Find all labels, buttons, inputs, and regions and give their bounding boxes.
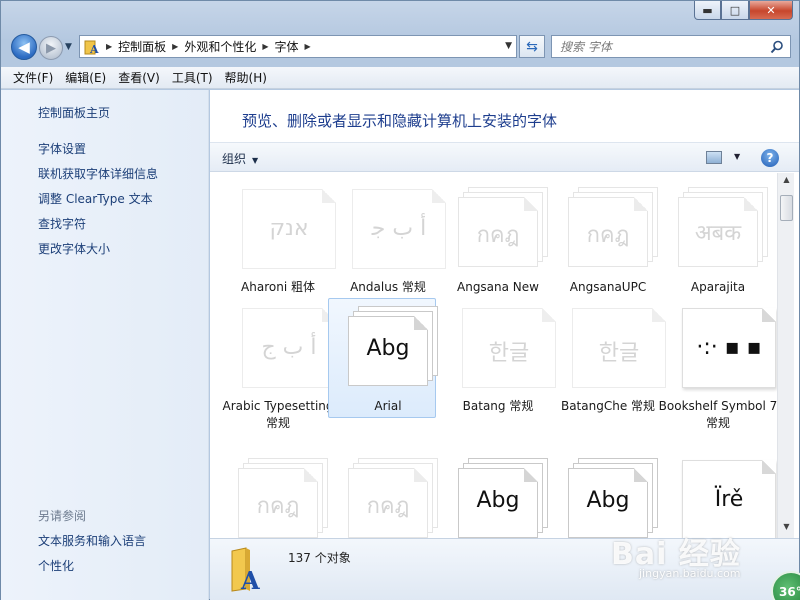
font-settings-link[interactable]: 字体设置 [38, 140, 86, 157]
font-preview-icon: אנק [242, 189, 336, 269]
font-name-label: AngsanaUPC [569, 280, 647, 294]
font-preview-icon: Abg [348, 306, 438, 386]
breadcrumb-control-panel[interactable]: 控制面板 [118, 38, 166, 55]
change-font-size-link[interactable]: 更改字体大小 [38, 240, 110, 257]
font-preview-icon: กคฎ [238, 458, 328, 538]
font-sample-text: أ ب ﺟ [371, 216, 427, 241]
forward-button[interactable]: ▶ [39, 36, 63, 60]
text-services-link[interactable]: 文本服务和输入语言 [38, 532, 146, 549]
find-character-link[interactable]: 查找字符 [38, 215, 86, 232]
font-sample-text: กคฎ [256, 494, 300, 519]
search-input[interactable] [560, 39, 760, 54]
font-preview-icon: Abg [568, 458, 658, 538]
address-bar[interactable]: A ▶ 控制面板 ▶ 外观和个性化 ▶ 字体 ▶ ▼ [79, 35, 517, 58]
personalization-link[interactable]: 个性化 [38, 557, 74, 574]
see-also-heading: 另请参阅 [38, 509, 87, 523]
organize-dropdown-icon: ▼ [252, 156, 259, 165]
font-name-label: Bookshelf Symbol 7 常规 [658, 399, 777, 430]
breadcrumb-separator-icon[interactable]: ▶ [172, 42, 178, 51]
svg-text:A: A [89, 43, 99, 55]
breadcrumb-separator-icon[interactable]: ▶ [106, 42, 112, 51]
font-sample-text: 한글 [598, 341, 640, 366]
minimize-button[interactable]: ▬ [694, 1, 721, 20]
breadcrumb-separator-icon[interactable]: ▶ [305, 42, 311, 51]
font-name-label: Arial [374, 399, 402, 413]
organize-button[interactable]: 组织 ▼ [222, 150, 258, 167]
back-button[interactable]: ◀ [11, 34, 37, 60]
scroll-up-icon[interactable]: ▲ [780, 175, 793, 189]
font-preview-icon: กคฎ [348, 458, 438, 538]
font-preview-icon: กคฎ [568, 187, 658, 267]
font-sample-text: กคฎ [586, 223, 630, 248]
content-pane: 预览、删除或者显示和隐藏计算机上安装的字体 组织 ▼ ▼ ? אנק Aharoni… [210, 90, 799, 600]
page-title: 预览、删除或者显示和隐藏计算机上安装的字体 [242, 112, 558, 130]
font-sample-text: กคฎ [476, 223, 520, 248]
font-sample-text: กคฎ [366, 494, 410, 519]
breadcrumb-fonts[interactable]: 字体 [275, 38, 299, 55]
fonts-folder-icon: A [228, 547, 270, 596]
vertical-scrollbar[interactable]: ▲ ▼ [777, 173, 794, 538]
breadcrumb-appearance[interactable]: 外观和个性化 [184, 38, 256, 55]
scroll-thumb[interactable] [780, 195, 793, 221]
menu-tools[interactable]: 工具(T) [166, 69, 219, 86]
font-sample-text: ·:· ▪ ▪ [696, 335, 762, 360]
change-view-icon[interactable] [706, 151, 722, 164]
view-options-dropdown-icon[interactable]: ▼ [734, 152, 740, 161]
font-sample-text: Ïrě [714, 487, 744, 512]
font-preview-icon: 한글 [572, 308, 666, 388]
search-box[interactable] [551, 35, 791, 58]
folder-font-icon: A [84, 39, 100, 55]
font-preview-icon: ·:· ▪ ▪ [682, 308, 776, 388]
address-dropdown-icon[interactable]: ▼ [505, 41, 512, 51]
font-preview-icon: أ ب ﺟ [352, 189, 446, 269]
menu-file[interactable]: 文件(F) [7, 69, 59, 86]
font-sample-text: أ ب ج [261, 335, 317, 360]
menu-help[interactable]: 帮助(H) [219, 69, 273, 86]
organize-label: 组织 [222, 152, 247, 166]
explorer-window: ▬ □ ✕ ◀ ▶ ▼ A ▶ 控制面板 ▶ 外观和个性化 ▶ 字体 ▶ ▼ ⇆ [0, 0, 800, 600]
font-name-label: Aharoni 粗体 [241, 280, 315, 294]
font-sample-text: אנק [269, 216, 309, 241]
search-icon[interactable] [770, 40, 784, 57]
font-grid: אנק Aharoni 粗体 أ ب ﺟ Andalus 常规 กคฎ Angsana N… [210, 173, 777, 538]
menu-edit[interactable]: 编辑(E) [59, 69, 112, 86]
breadcrumb-separator-icon[interactable]: ▶ [262, 42, 268, 51]
font-sample-text: Abg [586, 488, 630, 513]
font-sample-text: Abg [476, 488, 520, 513]
font-sample-text: 한글 [488, 341, 530, 366]
font-name-label: BatangChe 常规 [560, 399, 656, 413]
baidu-watermark-url: jingyan.baidu.com [639, 567, 741, 580]
caption-buttons: ▬ □ ✕ [694, 1, 793, 21]
maximize-button[interactable]: □ [721, 1, 749, 20]
font-preview-icon: 한글 [462, 308, 556, 388]
font-preview-icon: Ïrě [682, 460, 776, 538]
font-name-label: Aparajita [690, 280, 746, 294]
navigation-bar: ◀ ▶ ▼ A ▶ 控制面板 ▶ 外观和个性化 ▶ 字体 ▶ ▼ ⇆ [1, 29, 799, 65]
control-panel-home-link[interactable]: 控制面板主页 [38, 104, 110, 121]
online-font-info-link[interactable]: 联机获取字体详细信息 [38, 165, 158, 182]
menu-bar: 文件(F) 编辑(E) 查看(V) 工具(T) 帮助(H) [1, 67, 799, 89]
recent-pages-dropdown-icon[interactable]: ▼ [65, 42, 72, 52]
font-preview-icon: अबक [678, 187, 768, 267]
refresh-button[interactable]: ⇆ [519, 35, 545, 58]
help-button[interactable]: ? [761, 149, 779, 167]
font-preview-icon: أ ب ج [242, 308, 336, 388]
font-sample-text: Abg [366, 336, 410, 361]
font-preview-icon: Abg [458, 458, 548, 538]
font-name-label: Arabic Typesetting 常规 [222, 399, 334, 430]
font-sample-text: अबक [694, 221, 742, 246]
font-name-label: Batang 常规 [462, 399, 534, 413]
menu-view[interactable]: 查看(V) [112, 69, 166, 86]
font-preview-icon: กคฎ [458, 187, 548, 267]
cleartype-link[interactable]: 调整 ClearType 文本 [38, 190, 153, 207]
scroll-down-icon[interactable]: ▼ [780, 522, 793, 536]
item-count: 137 个对象 [288, 551, 351, 565]
svg-text:A: A [240, 566, 260, 593]
task-pane: 控制面板主页 字体设置 联机获取字体详细信息 调整 ClearType 文本 查… [1, 90, 209, 600]
refresh-icon: ⇆ [526, 38, 538, 55]
close-button[interactable]: ✕ [749, 1, 793, 20]
command-bar: 组织 ▼ ▼ ? [210, 142, 799, 172]
font-name-label: Angsana New [457, 280, 539, 294]
font-name-label: Andalus 常规 [350, 280, 426, 294]
